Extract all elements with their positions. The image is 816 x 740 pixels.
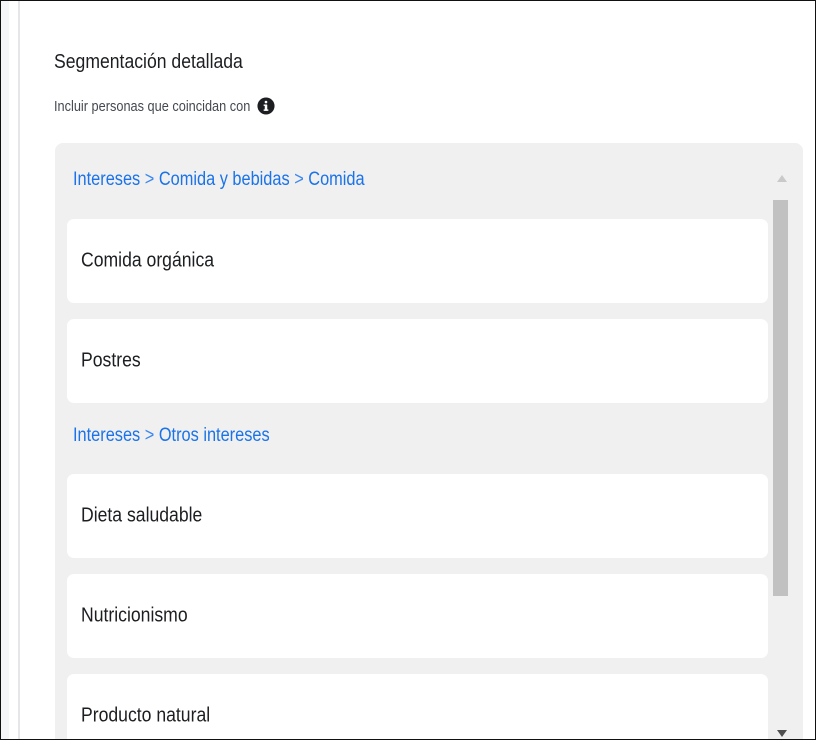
interest-item-label: Dieta saludable xyxy=(81,504,203,527)
breadcrumb-link-intereses[interactable]: Intereses xyxy=(73,169,140,190)
breadcrumb-link-intereses[interactable]: Intereses xyxy=(73,425,140,446)
breadcrumb-link-comida[interactable]: Comida xyxy=(308,169,364,190)
interest-item-label: Comida orgánica xyxy=(81,249,215,272)
breadcrumb-link-comida-y-bebidas[interactable]: Comida y bebidas xyxy=(159,169,290,190)
breadcrumb-separator: > xyxy=(294,169,304,190)
interest-item-comida-organica[interactable]: Comida orgánica xyxy=(67,219,768,303)
interest-item-label: Postres xyxy=(81,349,141,372)
breadcrumb-separator: > xyxy=(144,425,155,446)
vertical-scrollbar[interactable] xyxy=(770,163,794,739)
interest-item-postres[interactable]: Postres xyxy=(67,319,768,403)
interest-item-producto-natural[interactable]: Producto natural xyxy=(67,674,768,739)
breadcrumb-link-otros-intereses[interactable]: Otros intereses xyxy=(159,425,270,446)
breadcrumb-other-interests: Intereses > Otros intereses xyxy=(73,425,270,447)
info-circle-icon[interactable] xyxy=(257,97,275,115)
scroll-down-arrow-icon[interactable] xyxy=(777,730,787,737)
breadcrumb-separator: > xyxy=(144,169,155,190)
left-rail xyxy=(1,1,9,739)
selected-interests-panel: Intereses > Comida y bebidas > Comida Co… xyxy=(55,143,803,739)
section-title: Segmentación detallada xyxy=(54,51,243,73)
breadcrumb-food-drinks: Intereses > Comida y bebidas > Comida xyxy=(73,169,365,191)
interest-item-dieta-saludable[interactable]: Dieta saludable xyxy=(67,474,768,558)
left-divider xyxy=(18,1,20,739)
scroll-up-arrow-icon[interactable] xyxy=(777,175,787,182)
subtitle-text: Incluir personas que coincidan con xyxy=(54,97,251,115)
interest-item-label: Nutricionismo xyxy=(81,604,188,627)
scrollbar-thumb[interactable] xyxy=(773,200,788,596)
interest-item-label: Producto natural xyxy=(81,704,211,727)
interest-item-nutricionismo[interactable]: Nutricionismo xyxy=(67,574,768,658)
targeting-window: Segmentación detallada Incluir personas … xyxy=(0,0,816,740)
section-subtitle: Incluir personas que coincidan con xyxy=(54,97,275,115)
